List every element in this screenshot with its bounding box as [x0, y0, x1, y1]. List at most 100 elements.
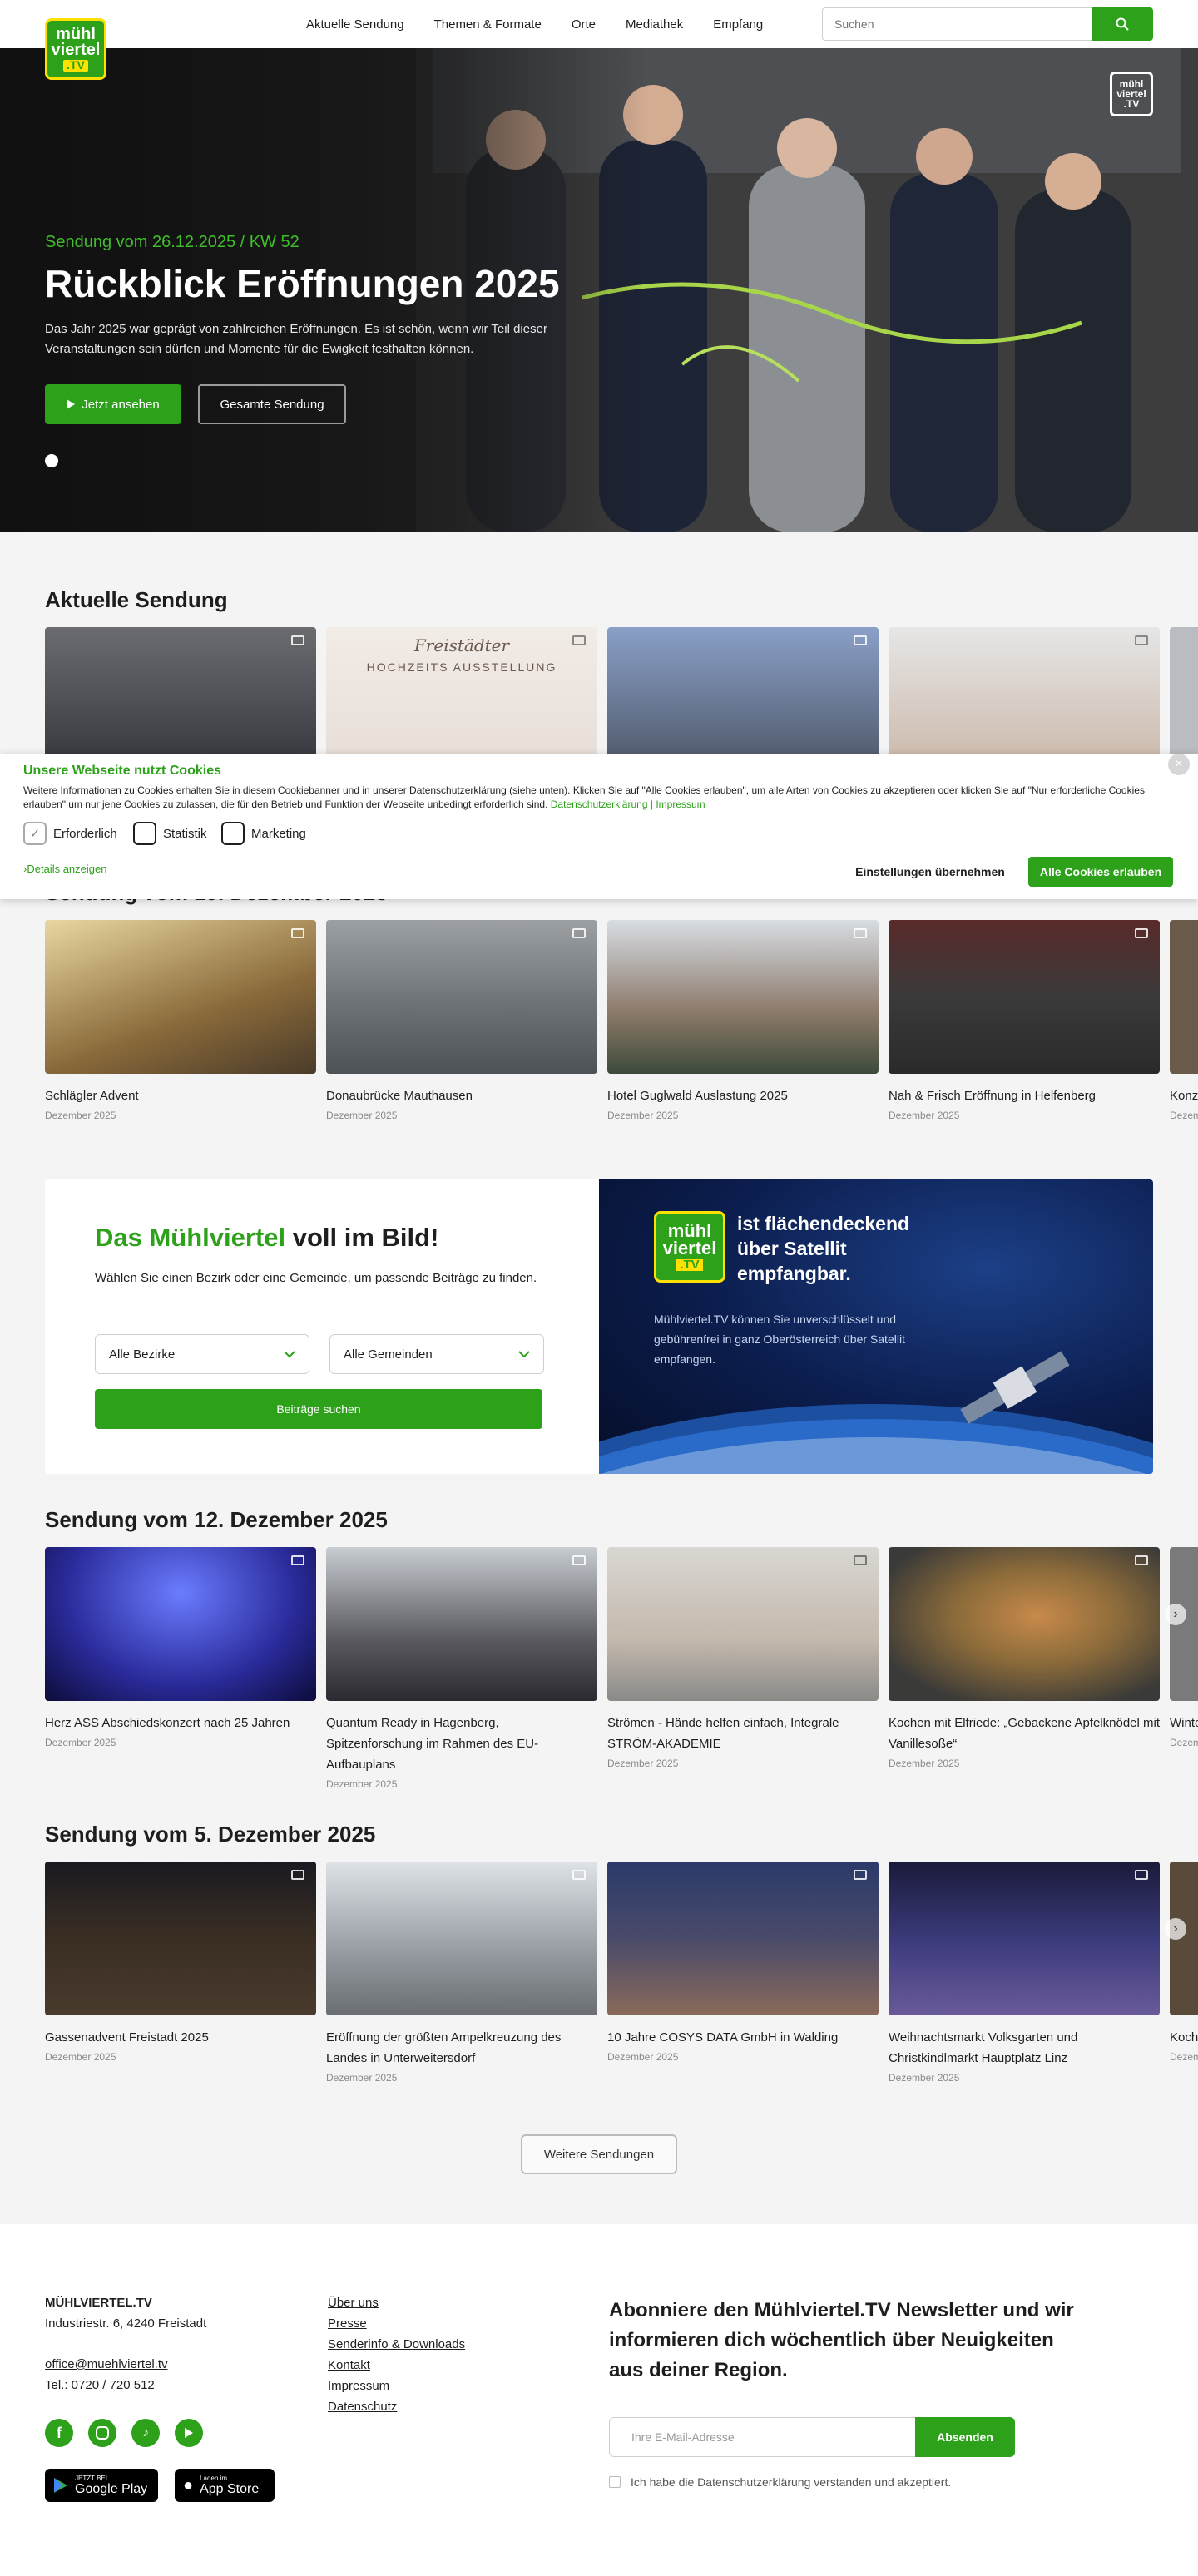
card-title: Eröffnung der größten Ampelkreuzung des … — [326, 2030, 562, 2065]
thumb-caption-text: HOCHZEITS AUSSTELLUNG — [366, 660, 557, 674]
cookie-option-marketing[interactable]: Marketing — [221, 822, 306, 845]
search-button[interactable] — [1092, 7, 1153, 41]
video-icon — [1135, 1555, 1148, 1565]
episode-card[interactable]: Nah & Frisch Eröffnung in Helfenberg Dez… — [889, 920, 1160, 1121]
footer-link-imprint[interactable]: Impressum — [328, 2376, 465, 2396]
episode-card[interactable]: Winte… Kreat… Dezem… — [1170, 1547, 1198, 1790]
footer-link-contact[interactable]: Kontakt — [328, 2355, 465, 2376]
option-label: Marketing — [251, 826, 306, 841]
site-footer — [0, 2224, 1198, 2576]
episode-card[interactable]: Herz ASS Abschiedskonzert nach 25 Jahren… — [45, 1547, 316, 1790]
checkbox-checked[interactable]: ✓ — [23, 822, 47, 845]
video-icon — [1135, 1870, 1148, 1880]
hero-title: Rückblick Eröffnungen 2025 — [45, 262, 560, 305]
facebook-icon[interactable]: f — [45, 2419, 73, 2447]
close-icon[interactable]: × — [1168, 754, 1190, 775]
cookie-banner: Unsere Webseite nutzt Cookies Weitere In… — [0, 754, 1198, 899]
instagram-icon[interactable] — [88, 2419, 116, 2447]
app-store-badge[interactable]: ● Laden im App Store — [175, 2469, 275, 2502]
site-logo[interactable]: mühl viertel .TV — [45, 18, 106, 80]
youtube-icon[interactable] — [175, 2419, 203, 2447]
nav-empfang[interactable]: Empfang — [698, 17, 778, 32]
hero-slider: Sendung vom 26.12.2025 / KW 52 Rückblick… — [0, 48, 1198, 532]
community-select-value: Alle Gemeinden — [344, 1347, 433, 1362]
promo-title-green: Das Mühlviertel — [95, 1223, 286, 1252]
episode-card[interactable]: Hotel Guglwald Auslastung 2025 Dezember … — [607, 920, 879, 1121]
promo-title: Das Mühlviertel voll im Bild! — [95, 1223, 438, 1253]
card-thumbnail — [326, 1862, 597, 2015]
save-settings-button[interactable]: Einstellungen übernehmen — [837, 857, 1023, 887]
section-title-dec05: Sendung vom 5. Dezember 2025 — [45, 1822, 376, 1847]
episode-card[interactable]: Donaubrücke Mauthausen Dezember 2025 — [326, 920, 597, 1121]
card-title: Kochen mit Elfriede: „Gebackene Apfelknö… — [889, 1716, 1161, 1751]
google-play-small: JETZT BEI — [75, 2475, 107, 2482]
allow-all-cookies-button[interactable]: Alle Cookies erlauben — [1028, 857, 1173, 887]
episode-card[interactable]: Konze… St. M… Dezem… — [1170, 920, 1198, 1121]
footer-link-about[interactable]: Über uns — [328, 2292, 465, 2313]
hero-text: Das Jahr 2025 war geprägt von zahlreiche… — [45, 322, 547, 356]
episode-card[interactable]: Koch… Blätt… Dezem… — [1170, 1862, 1198, 2084]
search-input[interactable] — [822, 7, 1097, 41]
nav-themen-formate[interactable]: Themen & Formate — [419, 17, 557, 32]
region-filter-panel: Das Mühlviertel voll im Bild! Wählen Sie… — [45, 1179, 1153, 1474]
chevron-right-icon: › — [1173, 1921, 1178, 1936]
episode-card[interactable]: Quantum Ready in Hagenberg, Spitzenforsc… — [326, 1547, 597, 1790]
episode-card[interactable]: Strömen - Hände helfen einfach, Integral… — [607, 1547, 879, 1790]
card-title: Koch… Blätt… — [1170, 2030, 1198, 2044]
consent-checkbox[interactable] — [609, 2476, 621, 2488]
nav-mediathek[interactable]: Mediathek — [611, 17, 698, 32]
episode-card[interactable]: Gassenadvent Freistadt 2025 Dezember 202… — [45, 1862, 316, 2084]
episode-card[interactable]: Schlägler Advent Dezember 2025 — [45, 920, 316, 1121]
card-title: Winte… Kreat… — [1170, 1716, 1198, 1730]
video-icon — [572, 1555, 586, 1565]
search-icon — [1116, 17, 1129, 31]
satellite-banner[interactable]: mühl viertel .TV ist flächendeckend über… — [599, 1179, 1153, 1474]
more-broadcasts-button[interactable]: Weitere Sendungen — [521, 2134, 677, 2174]
cookie-option-statistics[interactable]: Statistik — [133, 822, 207, 845]
imprint-link[interactable]: Impressum — [656, 799, 705, 810]
tv-badge: mühl viertel .TV — [1110, 72, 1153, 116]
watch-now-button[interactable]: Jetzt ansehen — [45, 384, 181, 424]
footer-email-link[interactable]: office@muehlviertel.tv — [45, 2354, 206, 2375]
episode-card[interactable]: Kochen mit Elfriede: „Gebackene Apfelknö… — [889, 1547, 1160, 1790]
privacy-link[interactable]: Datenschutzerklärung — [551, 799, 648, 810]
card-thumbnail — [607, 1862, 879, 2015]
episode-card[interactable]: Weihnachtsmarkt Volksgarten und Christki… — [889, 1862, 1160, 2084]
newsletter-consent[interactable]: Ich habe die Datenschutzerklärung versta… — [609, 2475, 951, 2489]
card-title: Herz ASS Abschiedskonzert nach 25 Jahren — [45, 1716, 290, 1730]
play-icon — [67, 399, 76, 409]
newsletter-email-input[interactable]: Ihre E-Mail-Adresse — [609, 2417, 917, 2457]
slider-dot[interactable] — [45, 454, 58, 467]
nav-orte[interactable]: Orte — [557, 17, 611, 32]
newsletter-title: Abonniere den Mühlviertel.TV Newsletter … — [609, 2299, 1074, 2381]
card-title: Gassenadvent Freistadt 2025 — [45, 2030, 209, 2044]
card-date: Dezember 2025 — [889, 2072, 960, 2084]
app-store-small: Laden im — [200, 2475, 228, 2482]
community-select[interactable]: Alle Gemeinden — [329, 1334, 544, 1374]
tiktok-icon[interactable]: ♪ — [131, 2419, 160, 2447]
episode-card[interactable]: 10 Jahre COSYS DATA GmbH in Walding Deze… — [607, 1862, 879, 2084]
nav-aktuelle-sendung[interactable]: Aktuelle Sendung — [291, 17, 419, 32]
newsletter-submit-button[interactable]: Absenden — [915, 2417, 1015, 2457]
sat-logo-line-2: viertel — [662, 1237, 717, 1258]
option-label: Erforderlich — [53, 826, 117, 841]
footer-link-privacy[interactable]: Datenschutz — [328, 2396, 465, 2417]
episode-card[interactable]: Eröffnung der größten Ampelkreuzung des … — [326, 1862, 597, 2084]
full-broadcast-button[interactable]: Gesamte Sendung — [198, 384, 346, 424]
link-separator: | — [650, 799, 653, 810]
section-title-current: Aktuelle Sendung — [45, 587, 228, 612]
card-date: Dezember 2025 — [889, 1758, 960, 1769]
search-contributions-button[interactable]: Beiträge suchen — [95, 1389, 542, 1429]
checkbox[interactable] — [133, 822, 156, 845]
footer-link-press[interactable]: Presse — [328, 2313, 465, 2334]
cookie-option-required[interactable]: ✓ Erforderlich — [23, 822, 117, 845]
google-play-badge[interactable]: JETZT BEI Google Play — [45, 2469, 158, 2502]
district-select[interactable]: Alle Bezirke — [95, 1334, 309, 1374]
details-toggle[interactable]: ›Details anzeigen — [23, 863, 106, 875]
footer-links: Über uns Presse Senderinfo & Downloads K… — [328, 2292, 465, 2417]
checkbox[interactable] — [221, 822, 245, 845]
carousel-next-button[interactable]: › — [1165, 1918, 1186, 1940]
card-thumbnail — [326, 1547, 597, 1701]
carousel-next-button[interactable]: › — [1165, 1604, 1186, 1625]
footer-link-senderinfo[interactable]: Senderinfo & Downloads — [328, 2334, 465, 2355]
